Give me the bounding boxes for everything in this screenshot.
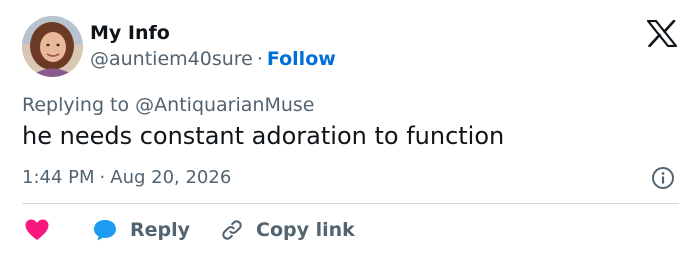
action-bar: Reply Copy link [22,214,355,246]
heart-icon [24,218,50,242]
link-icon [220,218,244,242]
separator-dot: · [256,48,263,70]
reply-context: Replying to @AntiquarianMuse [22,94,314,116]
tweet-text: he needs constant adoration to function [22,122,505,150]
timestamp-link[interactable]: 1:44 PM · Aug 20, 2026 [22,167,231,188]
like-button[interactable] [22,215,52,245]
user-handle[interactable]: @auntiem40sure [90,48,253,70]
reply-button[interactable]: Reply [92,218,190,242]
handle-line: @auntiem40sure · Follow [90,48,336,70]
reply-mention-link[interactable]: @AntiquarianMuse [135,94,314,116]
display-name[interactable]: My Info [90,22,170,44]
follow-button[interactable]: Follow [267,48,336,70]
info-icon[interactable] [651,166,675,190]
divider [22,203,679,204]
reply-label: Reply [130,219,191,241]
speech-bubble-icon [92,218,118,242]
avatar[interactable] [22,16,83,77]
tweet-date: Aug 20, 2026 [110,167,232,188]
tweet-time: 1:44 PM [22,167,95,188]
separator-dot: · [99,167,106,188]
copy-link-button[interactable]: Copy link [220,218,355,242]
reply-context-prefix: Replying to [22,94,130,116]
copy-link-label: Copy link [256,219,355,241]
tweet-embed-card: My Info @auntiem40sure · Follow Replying t… [0,0,700,256]
x-logo-icon[interactable] [646,19,678,48]
